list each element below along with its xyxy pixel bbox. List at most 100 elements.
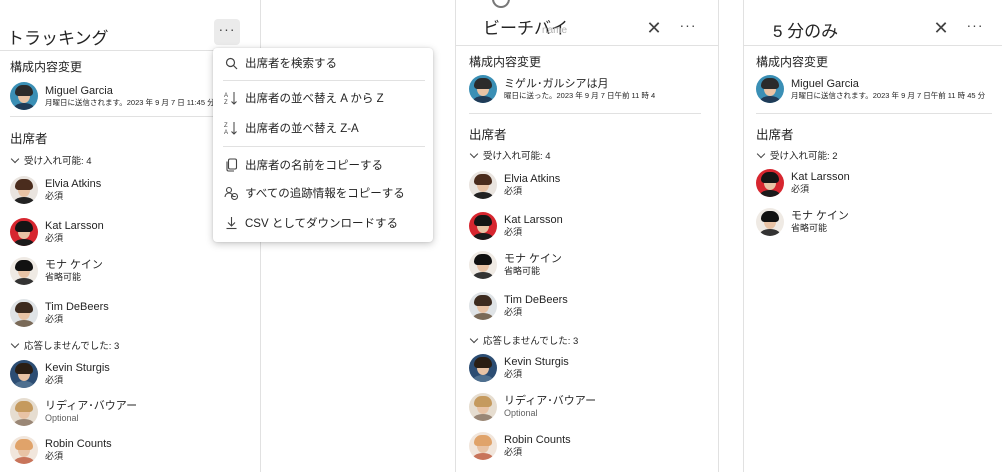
attendee-status: Optional	[45, 413, 79, 424]
attendee-row[interactable]: Kat Larsson 必須	[10, 218, 104, 246]
attendee-row[interactable]: Tim DeBeers 必須	[10, 299, 109, 327]
accepted-group-toggle[interactable]: 受け入れ可能: 2	[756, 148, 838, 162]
attendee-status: 必須	[45, 191, 64, 202]
attendee-row[interactable]: Kat Larsson 必須	[469, 212, 563, 240]
avatar	[10, 218, 38, 246]
divider	[469, 113, 701, 114]
menu-item-search-attendees[interactable]: 出席者を検索する	[213, 50, 433, 76]
chevron-down-icon	[10, 339, 20, 348]
close-button[interactable]: ✕	[928, 15, 954, 41]
organizer-sent-date: 月曜日に送信されます。2023 年 9 月 7 日午前 11 時 45 分	[791, 91, 986, 101]
divider	[756, 113, 992, 114]
chevron-down-icon	[10, 154, 20, 163]
copy-icon	[223, 157, 239, 173]
attendee-status: 必須	[504, 307, 523, 318]
svg-text:A: A	[224, 130, 228, 135]
changes-label: 構成内容変更	[756, 55, 829, 69]
attendee-row[interactable]: モナ ケイン 省略可能	[756, 208, 849, 236]
avatar	[10, 436, 38, 464]
attendee-row[interactable]: リディア･バウアー Optional	[10, 398, 137, 426]
avatar	[10, 257, 38, 285]
menu-item-copy-tracking[interactable]: すべての追跡情報をコピーする	[213, 180, 433, 206]
attendee-row[interactable]: Kevin Sturgis 必須	[469, 354, 569, 382]
attendee-name: Kevin Sturgis	[504, 356, 569, 368]
attendee-row[interactable]: Robin Counts 必須	[10, 436, 112, 464]
menu-item-sort-a-z[interactable]: AZ 出席者の並べ替え A から Z	[213, 85, 433, 111]
svg-text:Z: Z	[224, 123, 228, 129]
attendee-status: 必須	[45, 375, 64, 386]
avatar	[469, 354, 497, 382]
attendee-row[interactable]: Elvia Atkins 必須	[469, 171, 560, 199]
menu-item-label: CSV としてダウンロードする	[245, 218, 398, 230]
divider	[744, 45, 1002, 46]
avatar	[469, 432, 497, 460]
attendee-name: Robin Counts	[45, 438, 112, 450]
attendee-name: Robin Counts	[504, 434, 571, 446]
noreply-group-toggle[interactable]: 応答しませんでした: 3	[10, 338, 119, 352]
attendee-name: Kat Larsson	[45, 220, 104, 232]
chevron-down-icon	[756, 149, 766, 158]
avatar	[10, 398, 38, 426]
accepted-group-toggle[interactable]: 受け入れ可能: 4	[469, 148, 551, 162]
menu-item-label: すべての追跡情報をコピーする	[245, 188, 405, 200]
menu-item-label: 出席者を検索する	[245, 58, 337, 70]
more-options-button[interactable]: ···	[962, 15, 988, 41]
attendee-status: 必須	[45, 314, 64, 325]
more-options-button[interactable]: ···	[214, 19, 240, 45]
menu-item-download-csv[interactable]: CSV としてダウンロードする	[213, 210, 433, 236]
attendee-status: 省略可能	[791, 223, 828, 234]
attendee-row[interactable]: Kat Larsson 必須	[756, 169, 850, 197]
download-icon	[223, 215, 239, 231]
attendee-status: 必須	[45, 451, 64, 462]
accepted-group-toggle[interactable]: 受け入れ可能: 4	[10, 153, 92, 167]
attendee-name: モナ ケイン	[45, 259, 103, 271]
attendee-name: モナ ケイン	[791, 210, 849, 222]
more-options-button[interactable]: ···	[675, 15, 701, 41]
accepted-group-label: 受け入れ可能: 4	[483, 151, 551, 162]
menu-item-label: 出席者の並べ替え Z-A	[245, 123, 359, 135]
organizer[interactable]: ミゲル･ガルシアは月 曜日に送った。2023 年 9 月 7 日午前 11 時 …	[469, 75, 655, 103]
attendee-row[interactable]: モナ ケイン 省略可能	[469, 251, 562, 279]
menu-separator	[223, 146, 425, 147]
accepted-group-label: 受け入れ可能: 2	[770, 151, 838, 162]
attendee-name: Tim DeBeers	[45, 301, 109, 313]
organizer[interactable]: Miguel Garcia 月曜日に送信されます。2023 年 9 月 7 日 …	[10, 82, 215, 110]
attendee-row[interactable]: Elvia Atkins 必須	[10, 176, 101, 204]
chevron-down-icon	[469, 149, 479, 158]
close-button[interactable]: ✕	[641, 15, 667, 41]
divider	[456, 45, 718, 46]
attendee-row[interactable]: モナ ケイン 省略可能	[10, 257, 103, 285]
attendee-name: リディア･バウアー	[504, 395, 597, 407]
menu-item-sort-z-a[interactable]: ZA 出席者の並べ替え Z-A	[213, 115, 433, 141]
avatar	[756, 208, 784, 236]
organizer-name: Miguel Garcia	[45, 84, 113, 97]
avatar	[469, 251, 497, 279]
menu-item-label: 出席者の名前をコピーする	[245, 160, 383, 172]
noreply-group-toggle[interactable]: 応答しませんでした: 3	[469, 333, 578, 347]
organizer[interactable]: Miguel Garcia 月曜日に送信されます。2023 年 9 月 7 日午…	[756, 75, 985, 103]
attendee-row[interactable]: リディア･バウアー Optional	[469, 393, 596, 421]
attendee-row[interactable]: Tim DeBeers 必須	[469, 292, 568, 320]
attendee-name: Kevin Sturgis	[45, 362, 110, 374]
noreply-group-label: 応答しませんでした: 3	[483, 336, 579, 347]
avatar	[10, 82, 38, 110]
attendee-status: 必須	[45, 233, 64, 244]
noreply-group-label: 応答しませんでした: 3	[24, 341, 120, 352]
close-icon: ✕	[933, 18, 949, 38]
attendee-row[interactable]: Kevin Sturgis 必須	[10, 360, 110, 388]
attendee-name: Elvia Atkins	[504, 173, 561, 185]
close-icon: ✕	[646, 18, 662, 38]
sort-ascending-icon: AZ	[223, 90, 239, 106]
beach-panel: ビーチバイ name ✕ ··· 構成内容変更 ミゲル･ガルシアは月 曜日に送っ…	[456, 0, 718, 472]
svg-text:A: A	[224, 93, 228, 99]
attendee-row[interactable]: Robin Counts 必須	[469, 432, 571, 460]
menu-item-copy-names[interactable]: 出席者の名前をコピーする	[213, 152, 433, 178]
panel-title: トラッキング	[7, 29, 109, 48]
organizer-name: Miguel Garcia	[791, 77, 859, 90]
accepted-group-label: 受け入れ可能: 4	[24, 156, 92, 167]
organizer-name: ミゲル･ガルシアは月	[504, 77, 609, 90]
sort-descending-icon: ZA	[223, 120, 239, 136]
attendee-status: 必須	[791, 184, 810, 195]
attendee-status: 必須	[504, 369, 523, 380]
menu-separator	[223, 80, 425, 81]
